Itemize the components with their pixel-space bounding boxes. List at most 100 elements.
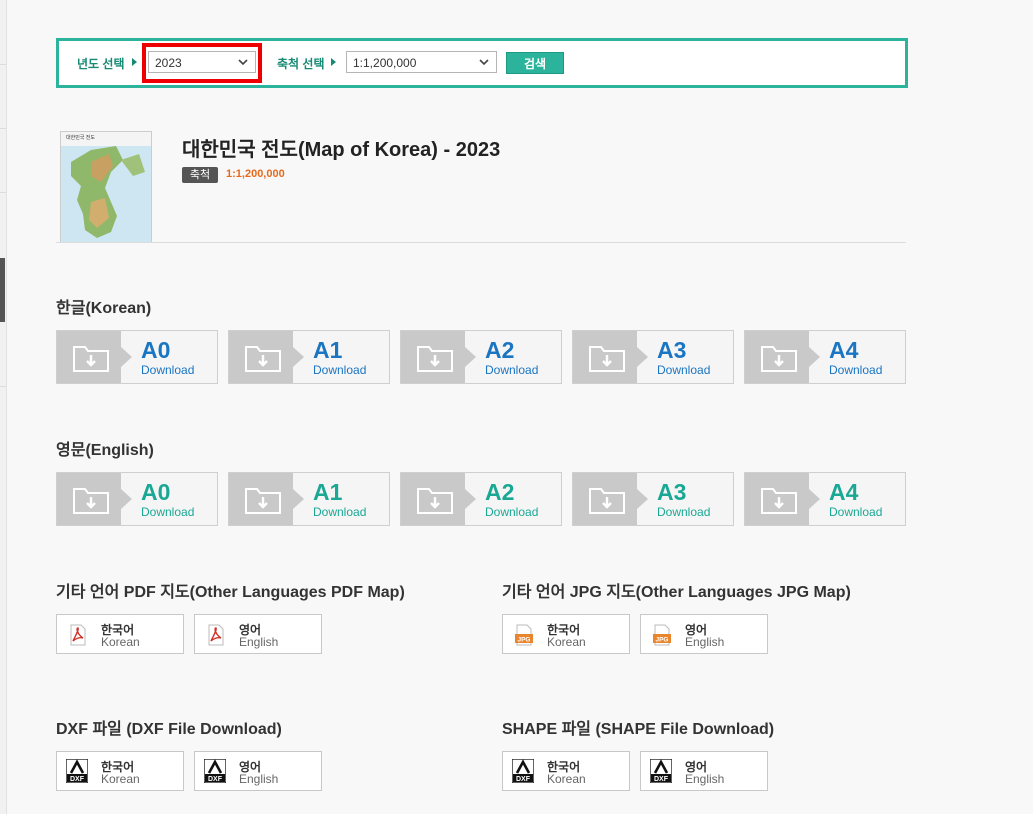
download-icon-area <box>401 331 476 383</box>
folder-download-icon <box>73 346 109 372</box>
dxf-download-button-english[interactable]: DXF 영어 English <box>194 751 322 791</box>
download-label: Download <box>657 505 711 519</box>
pdf-download-button-korean[interactable]: 한국어 Korean <box>56 614 184 654</box>
caret-right-icon <box>132 58 137 66</box>
download-tile-english-1[interactable]: A1 Download <box>228 472 390 526</box>
paper-size: A2 <box>485 479 515 505</box>
language-name-english: Korean <box>101 635 140 649</box>
svg-text:DXF: DXF <box>654 776 669 783</box>
jpg-download-button-english[interactable]: JPG 영어 English <box>640 614 768 654</box>
download-label: Download <box>657 363 711 377</box>
paper-size: A4 <box>829 479 859 505</box>
map-thumbnail[interactable] <box>60 131 152 243</box>
download-icon-area <box>57 473 132 525</box>
jpg-icon: JPG <box>653 624 671 646</box>
folder-download-icon <box>245 346 281 372</box>
scale-badge: 축척 <box>182 167 218 183</box>
folder-download-icon <box>589 488 625 514</box>
paper-size: A1 <box>313 479 343 505</box>
download-tile-korean-3[interactable]: A3 Download <box>572 330 734 384</box>
sidebar-active-indicator <box>0 258 5 322</box>
shape-download-button-english[interactable]: DXF 영어 English <box>640 751 768 791</box>
download-icon-area <box>573 331 648 383</box>
search-button[interactable]: 검색 <box>506 52 564 74</box>
pdf-icon <box>70 624 86 646</box>
korea-map-image <box>61 132 151 242</box>
download-tile-english-2[interactable]: A2 Download <box>400 472 562 526</box>
download-label: Download <box>141 363 195 377</box>
language-name-english: English <box>685 772 725 786</box>
divider <box>56 242 906 243</box>
svg-text:DXF: DXF <box>208 776 223 783</box>
sidebar-divider <box>0 192 6 193</box>
pdf-icon <box>208 624 224 646</box>
left-edge-sidebar <box>0 0 7 814</box>
paper-size: A3 <box>657 479 687 505</box>
scale-select-value: 1:1,200,000 <box>353 56 417 70</box>
page-title: 대한민국 전도(Map of Korea) - 2023 <box>182 139 501 161</box>
language-name-english: Korean <box>547 635 586 649</box>
dxf-icon: DXF <box>66 759 88 783</box>
download-icon-area <box>745 473 820 525</box>
download-tile-korean-1[interactable]: A1 Download <box>228 330 390 384</box>
download-icon-area <box>229 331 304 383</box>
download-tile-english-0[interactable]: A0 Download <box>56 472 218 526</box>
pdf-download-button-english[interactable]: 영어 English <box>194 614 322 654</box>
download-label: Download <box>485 363 539 377</box>
download-label: Download <box>485 505 539 519</box>
download-icon-area <box>57 331 132 383</box>
svg-text:DXF: DXF <box>516 776 531 783</box>
scale-select[interactable]: 1:1,200,000 <box>346 51 497 73</box>
section-title-korean: 한글(Korean) <box>56 300 152 317</box>
language-name-english: Korean <box>101 772 140 786</box>
section-title-pdf: 기타 언어 PDF 지도(Other Languages PDF Map) <box>56 584 405 601</box>
year-select-label: 년도 선택 <box>77 57 125 71</box>
dxf-icon: DXF <box>204 759 226 783</box>
section-title-jpg: 기타 언어 JPG 지도(Other Languages JPG Map) <box>502 584 851 601</box>
download-label: Download <box>829 505 883 519</box>
sidebar-divider <box>0 64 6 65</box>
download-label: Download <box>141 505 195 519</box>
folder-download-icon <box>761 488 797 514</box>
dxf-download-button-korean[interactable]: DXF 한국어 Korean <box>56 751 184 791</box>
download-tile-english-4[interactable]: A4 Download <box>744 472 906 526</box>
language-name-english: English <box>239 635 279 649</box>
download-label: Download <box>313 505 367 519</box>
download-icon-area <box>401 473 476 525</box>
download-tile-korean-0[interactable]: A0 Download <box>56 330 218 384</box>
paper-size: A4 <box>829 337 859 363</box>
folder-download-icon <box>417 488 453 514</box>
sidebar-divider <box>0 128 6 129</box>
folder-download-icon <box>417 346 453 372</box>
download-tile-korean-2[interactable]: A2 Download <box>400 330 562 384</box>
dxf-icon: DXF <box>650 759 672 783</box>
jpg-download-button-korean[interactable]: JPG 한국어 Korean <box>502 614 630 654</box>
folder-download-icon <box>761 346 797 372</box>
section-title-english: 영문(English) <box>56 442 154 459</box>
language-name-english: English <box>239 772 279 786</box>
svg-text:JPG: JPG <box>655 637 668 644</box>
download-tile-korean-4[interactable]: A4 Download <box>744 330 906 384</box>
folder-download-icon <box>245 488 281 514</box>
shape-download-button-korean[interactable]: DXF 한국어 Korean <box>502 751 630 791</box>
paper-size: A1 <box>313 337 343 363</box>
folder-download-icon <box>73 488 109 514</box>
svg-text:JPG: JPG <box>517 637 530 644</box>
jpg-icon: JPG <box>515 624 533 646</box>
sidebar-divider <box>0 386 6 387</box>
download-label: Download <box>829 363 883 377</box>
dxf-icon: DXF <box>512 759 534 783</box>
thumbnail-caption: 대한민국 전도 <box>66 135 95 141</box>
download-icon-area <box>745 331 820 383</box>
section-title-dxf: DXF 파일 (DXF File Download) <box>56 721 282 738</box>
download-icon-area <box>229 473 304 525</box>
paper-size: A3 <box>657 337 687 363</box>
scale-value: 1:1,200,000 <box>226 168 285 180</box>
folder-download-icon <box>589 346 625 372</box>
download-tile-english-3[interactable]: A3 Download <box>572 472 734 526</box>
paper-size: A2 <box>485 337 515 363</box>
paper-size: A0 <box>141 479 171 505</box>
language-name-english: English <box>685 635 725 649</box>
scale-select-label: 축척 선택 <box>277 57 325 71</box>
caret-right-icon <box>331 58 336 66</box>
